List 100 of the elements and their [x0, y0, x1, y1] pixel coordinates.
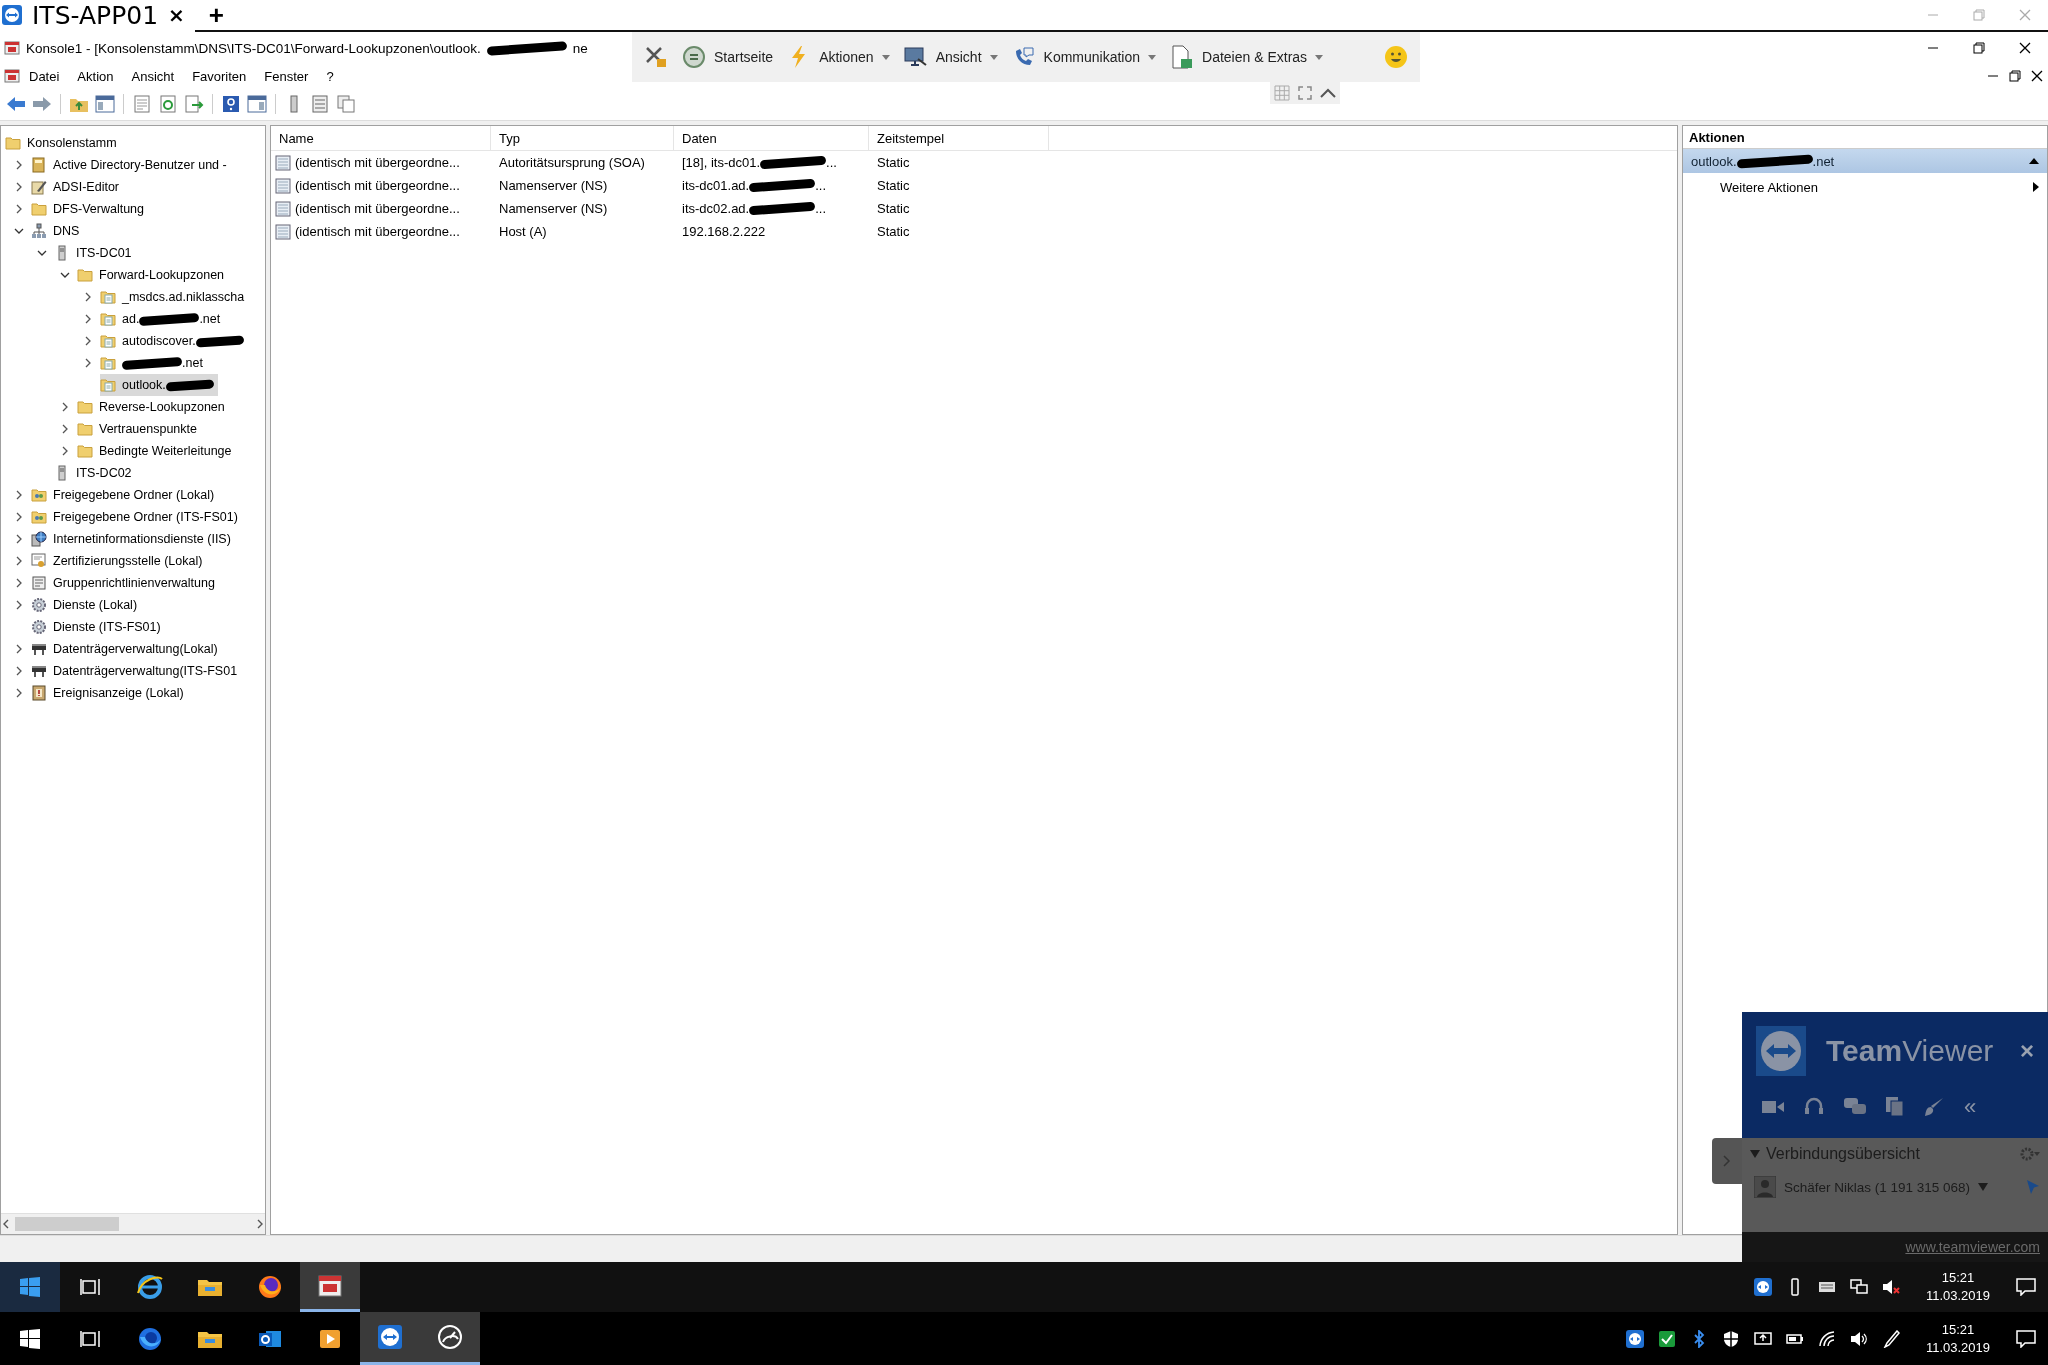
clock[interactable]: 15:21 11.03.2019: [1913, 1320, 2002, 1357]
tree-item[interactable]: Gruppenrichtlinienverwaltung: [31, 572, 219, 594]
collapse-icon[interactable]: [1320, 88, 1336, 98]
close-button[interactable]: ×: [2020, 1037, 2034, 1065]
horizontal-scrollbar[interactable]: [1, 1213, 265, 1234]
double-arrow-icon[interactable]: [1625, 1329, 1644, 1348]
column-header[interactable]: Name: [271, 126, 491, 150]
restore-icon[interactable]: [2009, 70, 2021, 82]
expand-chevron-icon[interactable]: [60, 424, 70, 434]
expand-chevron-icon[interactable]: [14, 204, 24, 214]
tree-item[interactable]: Vertrauenspunkte: [77, 418, 201, 440]
tree-item[interactable]: Datenträgerverwaltung(Lokal): [31, 638, 222, 660]
expand-chevron-icon[interactable]: [14, 160, 24, 170]
action-item[interactable]: Weitere Aktionen: [1683, 173, 2047, 201]
tree-item[interactable]: ITS-DC02: [54, 462, 136, 484]
tree-item[interactable]: ADSI-Editor: [31, 176, 123, 198]
tree-item[interactable]: DNS: [31, 220, 84, 242]
scroll-left-icon[interactable]: [1, 1219, 11, 1229]
tree-item[interactable]: Ereignisanzeige (Lokal): [31, 682, 188, 704]
export-icon[interactable]: [184, 95, 204, 113]
expand-chevron-icon[interactable]: [83, 314, 93, 324]
muted-speaker-icon[interactable]: [1881, 1278, 1900, 1296]
toolbar-button[interactable]: Kommunikation: [1011, 45, 1157, 69]
tree-item[interactable]: Zertifizierungsstelle (Lokal): [31, 550, 207, 572]
expand-chevron-icon[interactable]: [83, 292, 93, 302]
action-pane-icon[interactable]: [247, 95, 267, 113]
restore-icon[interactable]: [1973, 42, 1985, 54]
tree-item[interactable]: Freigegebene Ordner (ITS-FS01): [31, 506, 242, 528]
tree-item[interactable]: ITS-DC01: [54, 242, 136, 264]
taskbar-app[interactable]: [300, 1262, 360, 1312]
disconnect-icon[interactable]: [644, 45, 668, 69]
expand-chevron-icon[interactable]: [83, 336, 93, 346]
section-toggle-icon[interactable]: [1750, 1150, 1760, 1158]
expand-chevron-icon[interactable]: [14, 490, 24, 500]
expand-chevron-icon[interactable]: [60, 402, 70, 412]
tree-item[interactable]: autodiscover.: [100, 330, 248, 352]
expand-chevron-icon[interactable]: [14, 644, 24, 654]
menu-item[interactable]: ?: [317, 66, 343, 86]
tree-item[interactable]: _msdcs.ad.niklasscha: [100, 286, 249, 308]
tree-item[interactable]: Datenträgerverwaltung(ITS-FS01: [31, 660, 242, 682]
tree-item[interactable]: Forward-Lookupzonen: [77, 264, 229, 286]
tree-item[interactable]: Dienste (Lokal): [31, 594, 142, 616]
tree-item[interactable]: ad. .net: [100, 308, 225, 330]
expand-chevron-icon[interactable]: [14, 512, 24, 522]
new-tab-button[interactable]: +: [194, 0, 238, 31]
toolbar-button[interactable]: Aktionen: [787, 45, 890, 69]
scroll-right-icon[interactable]: [255, 1219, 265, 1229]
brush-icon[interactable]: [1924, 1097, 1944, 1117]
close-icon[interactable]: [2031, 70, 2043, 82]
shield-icon[interactable]: [1721, 1329, 1740, 1348]
toolbar-button[interactable]: Ansicht: [903, 45, 998, 69]
column-header[interactable]: Daten: [674, 126, 869, 150]
notifications-icon[interactable]: [2016, 1329, 2036, 1348]
copy-icon[interactable]: [336, 95, 356, 113]
menu-item[interactable]: Datei: [20, 66, 69, 86]
video-camera-icon[interactable]: [1762, 1099, 1784, 1115]
wifi-icon[interactable]: [1817, 1329, 1836, 1348]
forward-arrow-icon[interactable]: [32, 95, 52, 113]
expand-chevron-icon[interactable]: [14, 226, 24, 236]
actions-section-header[interactable]: outlook. .net: [1683, 149, 2047, 173]
expand-chevron-icon[interactable]: [14, 556, 24, 566]
column-header[interactable]: Typ: [491, 126, 674, 150]
column-header[interactable]: Zeitstempel: [869, 126, 1049, 150]
tree-item[interactable]: Reverse-Lookupzonen: [77, 396, 229, 418]
back-arrow-icon[interactable]: [6, 95, 26, 113]
chat-icon[interactable]: [1844, 1097, 1866, 1117]
double-arrow-icon[interactable]: [1753, 1278, 1772, 1296]
collapse-button[interactable]: «: [1964, 1094, 1977, 1120]
expand-chevron-icon[interactable]: [83, 358, 93, 368]
tree-item[interactable]: Konsolenstamm: [5, 132, 121, 154]
clock[interactable]: 15:21 11.03.2019: [1913, 1269, 2002, 1305]
expand-chevron-icon[interactable]: [60, 446, 70, 456]
toolbar-button[interactable]: Startseite: [682, 45, 774, 69]
refresh-icon[interactable]: [158, 95, 178, 113]
expand-chevron-icon[interactable]: [14, 600, 24, 610]
pen-icon[interactable]: [1881, 1329, 1900, 1348]
tree-item[interactable]: .net: [100, 352, 207, 374]
expand-chevron-icon[interactable]: [60, 270, 70, 280]
close-icon[interactable]: [2019, 42, 2031, 54]
expand-chevron-icon[interactable]: [14, 666, 24, 676]
network-icon[interactable]: [1849, 1278, 1868, 1296]
tree-item[interactable]: Active Directory-Benutzer und -: [31, 154, 231, 176]
expand-chevron-icon[interactable]: [14, 182, 24, 192]
start-button[interactable]: [0, 1262, 60, 1312]
menu-item[interactable]: Ansicht: [122, 66, 184, 86]
speaker-icon[interactable]: [1849, 1329, 1868, 1348]
files-icon[interactable]: [1886, 1097, 1904, 1117]
smiley-icon[interactable]: [1384, 45, 1408, 69]
checkmark-icon[interactable]: [1657, 1329, 1676, 1348]
tree-item[interactable]: Internetinformationsdienste (IIS): [31, 528, 235, 550]
collapse-arrow-icon[interactable]: [2029, 157, 2039, 165]
dropdown-caret-icon[interactable]: [1978, 1183, 1989, 1191]
tree-item[interactable]: Bedingte Weiterleitunge: [77, 440, 236, 462]
tree-item[interactable]: outlook.: [100, 374, 218, 396]
menu-item[interactable]: Fenster: [255, 66, 318, 86]
menu-item[interactable]: Favoriten: [183, 66, 256, 86]
taskbar-app[interactable]: [420, 1312, 480, 1365]
help-icon[interactable]: [221, 95, 241, 113]
expand-chevron-icon[interactable]: [14, 688, 24, 698]
expand-chevron-icon[interactable]: [14, 578, 24, 588]
